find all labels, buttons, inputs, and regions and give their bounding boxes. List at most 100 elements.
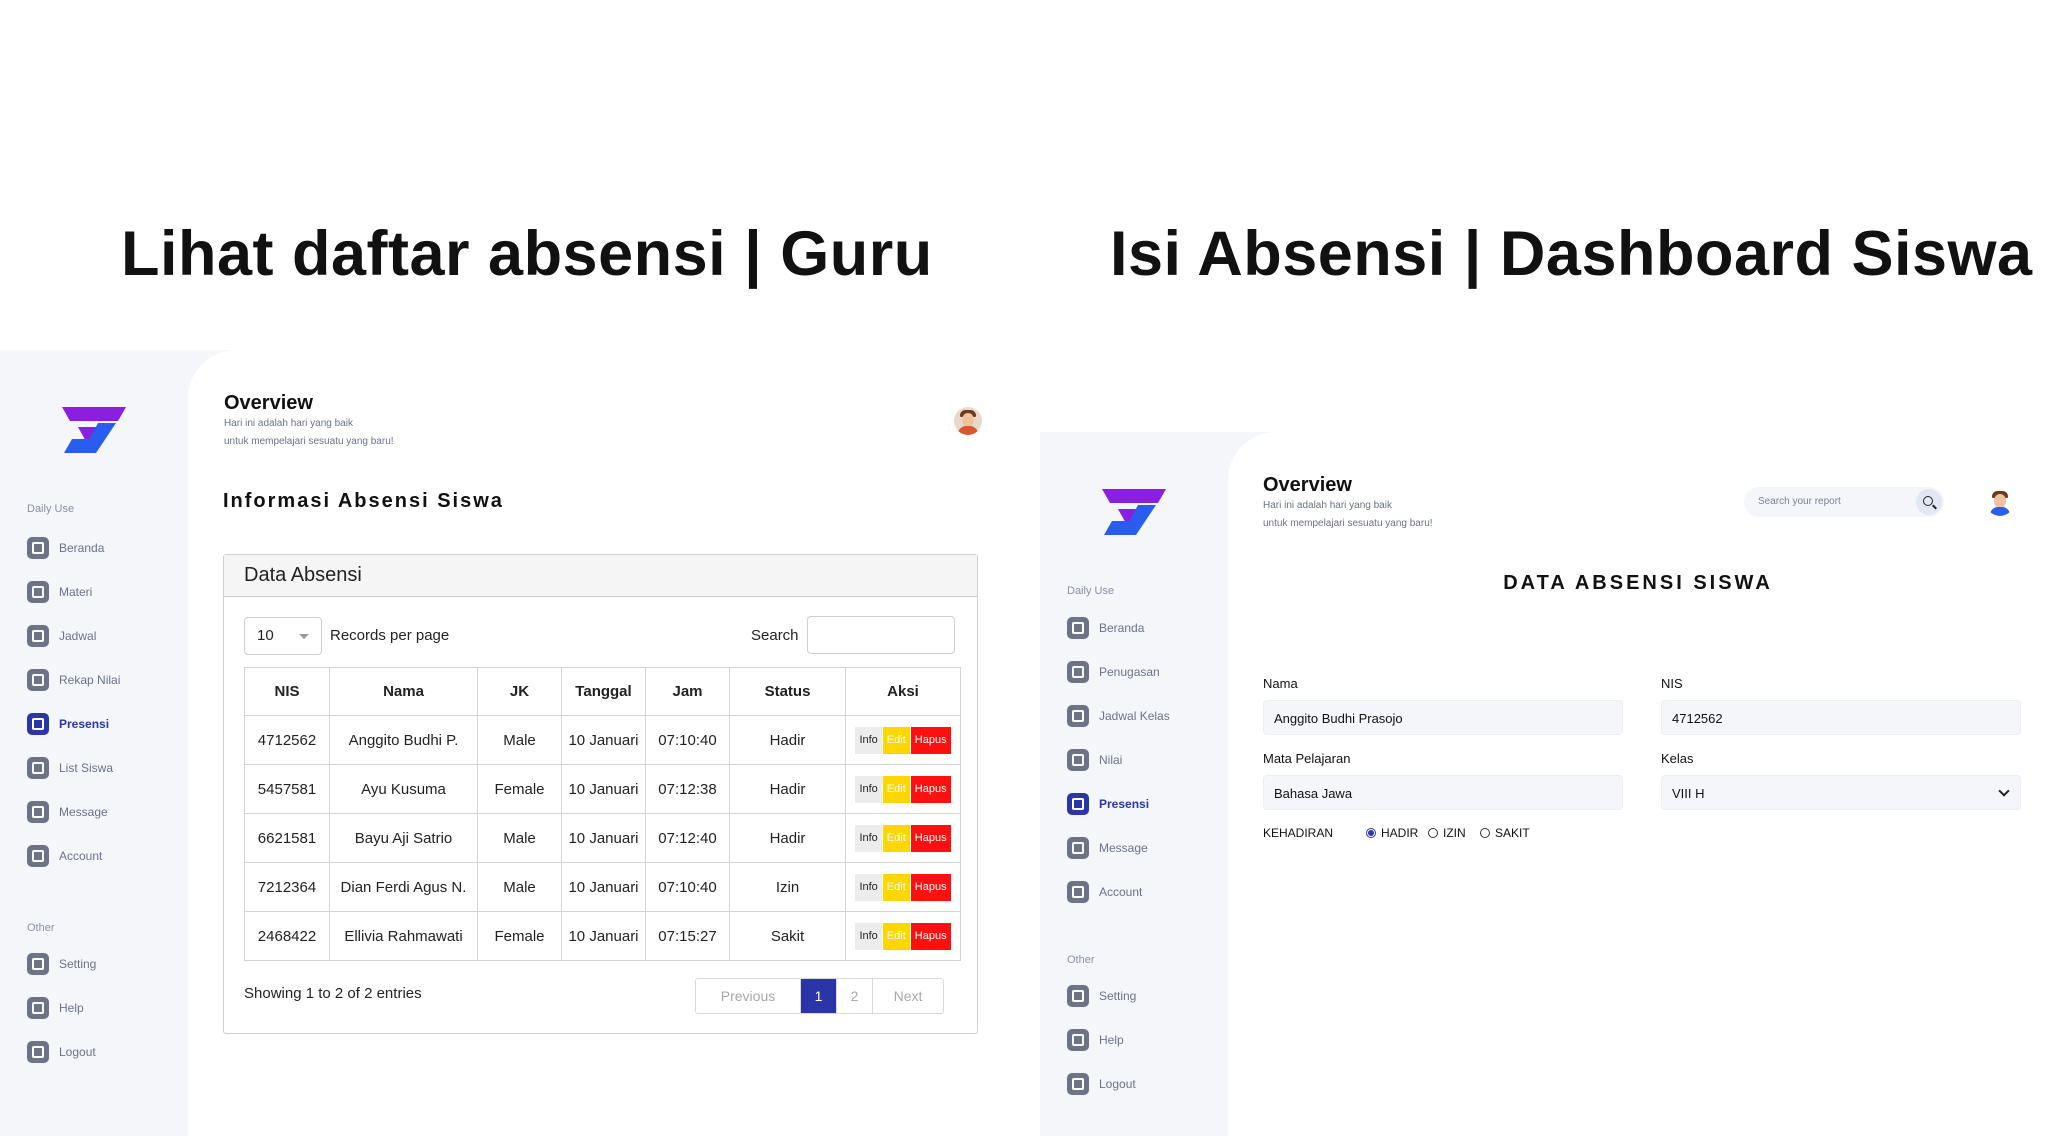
col-nis[interactable]: NIS [244,667,330,716]
info-button[interactable]: Info [855,922,882,950]
edit-button[interactable]: Edit [882,775,910,803]
sidebar-item-help[interactable]: Help [1067,1029,1124,1051]
sidebar-item-message[interactable]: Message [27,801,108,823]
chevron-down-icon [299,634,309,639]
sidebar-item-label: Beranda [1099,621,1145,635]
sidebar-item-setting[interactable]: Setting [1067,985,1136,1007]
sidebar-item-label: Nilai [1099,753,1123,767]
book-icon [1067,661,1089,683]
sidebar-item-setting[interactable]: Setting [27,953,96,975]
sidebar-item-label: Setting [1099,989,1137,1003]
sidebar-item-materi[interactable]: Materi [27,581,92,603]
edit-button[interactable]: Edit [882,922,910,950]
sidebar-item-label: Rekap Nilai [59,673,121,687]
sidebar-item-message[interactable]: Message [1067,837,1148,859]
nama-value: Anggito Budhi Prasojo [1274,711,1403,726]
col-tanggal[interactable]: Tanggal [561,667,646,716]
search-input[interactable] [807,616,955,654]
sidebar-item-label: Jadwal Kelas [1099,709,1170,723]
chat-icon [27,801,49,823]
diamond-icon [27,757,49,779]
calendar-icon [27,625,49,647]
sidebar-item-label: Logout [59,1045,96,1059]
overview-line2: untuk mempelajari sesuatu yang baru! [1263,518,1433,529]
cell-tanggal: 10 Januari [561,764,646,814]
next-page-button[interactable]: Next [873,979,943,1013]
cell-aksi: Info Edit Hapus [845,911,961,961]
info-button[interactable]: Info [855,726,882,754]
list-icon [1067,793,1089,815]
col-nama[interactable]: Nama [329,667,478,716]
info-button[interactable]: Info [855,775,882,803]
sidebar-item-label: Presensi [1099,797,1150,811]
previous-page-button[interactable]: Previous [696,979,801,1013]
cell-status: Hadir [729,764,846,814]
document-icon [1067,749,1089,771]
kelas-label: Kelas [1661,751,1694,766]
sidebar-item-label: Penugasan [1099,665,1160,679]
calendar-icon [1067,705,1089,727]
sidebar-item-presensi[interactable]: Presensi [1067,793,1149,815]
sidebar-item-beranda[interactable]: Beranda [1067,617,1144,639]
table-row: 6621581 Bayu Aji Satrio Male 10 Januari … [244,813,961,863]
main-content: Overview Hari ini adalah hari yang baik u… [1228,432,2048,1136]
sidebar-item-list-siswa[interactable]: List Siswa [27,757,113,779]
col-jam[interactable]: Jam [645,667,730,716]
sidebar-item-jadwal[interactable]: Jadwal [27,625,96,647]
hapus-button[interactable]: Hapus [910,824,951,852]
hapus-button[interactable]: Hapus [910,775,951,803]
cell-status: Hadir [729,715,846,765]
page-2-button[interactable]: 2 [837,979,873,1013]
heading-right: Isi Absensi | Dashboard Siswa [1110,219,2033,289]
edit-button[interactable]: Edit [882,873,910,901]
sidebar-item-logout[interactable]: Logout [1067,1073,1136,1095]
search-icon[interactable] [1916,489,1942,515]
avatar[interactable] [1986,488,2014,516]
sidebar-item-rekap-nilai[interactable]: Rekap Nilai [27,669,120,691]
sidebar-item-account[interactable]: Account [27,845,102,867]
info-button[interactable]: Info [855,824,882,852]
sidebar-item-jadwal-kelas[interactable]: Jadwal Kelas [1067,705,1170,727]
sidebar-item-label: Presensi [59,717,110,731]
sidebar-item-label: Jadwal [59,629,97,643]
sidebar-item-beranda[interactable]: Beranda [27,537,104,559]
hapus-button[interactable]: Hapus [910,922,951,950]
nama-field[interactable]: Anggito Budhi Prasojo [1263,700,1623,735]
sidebar-item-label: Help [1099,1033,1124,1047]
sidebar-item-logout[interactable]: Logout [27,1041,96,1063]
edit-button[interactable]: Edit [882,726,910,754]
radio-empty-icon [1428,828,1438,838]
hapus-button[interactable]: Hapus [910,873,951,901]
cell-jam: 07:10:40 [645,715,730,765]
sidebar-item-nilai[interactable]: Nilai [1067,749,1122,771]
overview-subtitle: Hari ini adalah hari yang baik untuk memp… [224,415,394,451]
sidebar-item-penugasan[interactable]: Penugasan [1067,661,1160,683]
mapel-field[interactable]: Bahasa Jawa [1263,775,1623,810]
records-per-page-select[interactable]: 10 [244,617,322,655]
sidebar: Daily Use Beranda Penugasan Jadwal Kelas… [1040,432,1228,1136]
gear-icon [1067,985,1089,1007]
col-jk[interactable]: JK [477,667,562,716]
kelas-select[interactable]: VIII H [1661,775,2021,810]
col-status[interactable]: Status [729,667,846,716]
sidebar-item-help[interactable]: Help [27,997,84,1019]
page-1-button[interactable]: 1 [801,979,837,1013]
radio-hadir[interactable]: HADIR [1366,826,1418,840]
hapus-button[interactable]: Hapus [910,726,951,754]
sidebar-item-presensi[interactable]: Presensi [27,713,109,735]
nis-field[interactable]: 4712562 [1661,700,2021,735]
cell-nis: 7212364 [244,862,330,912]
sidebar-item-account[interactable]: Account [1067,881,1142,903]
info-button[interactable]: Info [855,873,882,901]
search-input[interactable]: Search your report [1744,487,1944,517]
cell-nama: Ellivia Rahmawati [329,911,478,961]
radio-sakit[interactable]: SAKIT [1480,826,1530,840]
radio-izin[interactable]: IZIN [1428,826,1466,840]
app-logo [1102,489,1166,535]
avatar[interactable] [954,407,982,435]
table-row: 7212364 Dian Ferdi Agus N. Male 10 Janua… [244,862,961,912]
radio-label: SAKIT [1495,826,1530,840]
cell-status: Hadir [729,813,846,863]
edit-button[interactable]: Edit [882,824,910,852]
search-placeholder: Search your report [1758,496,1841,507]
